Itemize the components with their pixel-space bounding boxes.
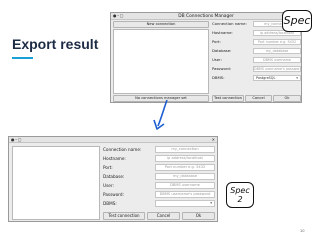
window-controls-icon[interactable]: ●–▢	[11, 137, 22, 143]
connection-name-label: Connection name:	[103, 147, 142, 152]
connections-list[interactable]	[12, 146, 100, 220]
test-connection-button[interactable]: Test connection	[212, 95, 244, 102]
connections-list[interactable]	[113, 29, 209, 94]
port-label: Port:	[103, 165, 113, 170]
dbms-select[interactable]: ▾	[155, 200, 215, 207]
down-arrow-icon	[153, 99, 168, 130]
user-label: User:	[103, 183, 114, 188]
dbms-select-value: PostgreSQL	[256, 76, 276, 80]
cancel-button[interactable]: Cancel	[147, 212, 180, 220]
spec2-badge-version: 2	[237, 195, 243, 204]
chevron-down-icon: ▾	[210, 201, 212, 205]
hostname-label: Hostname:	[103, 156, 126, 161]
user-label: User:	[212, 57, 222, 62]
form-row-password: Password: DBMS username's password	[103, 191, 215, 199]
ok-button[interactable]: Ok	[182, 212, 215, 220]
ok-button[interactable]: Ok	[273, 95, 301, 102]
dbms-label: DBMS:	[212, 75, 225, 80]
new-connection-button[interactable]: New connection	[113, 21, 209, 28]
db-connections-manager-window-spec2: ●–▢ ✕ Connection name: my_connection Hos…	[8, 136, 218, 222]
form-row-connection-name: Connection name: my_connection	[103, 146, 215, 154]
form-row-dbms: DBMS: PostgreSQL ▾	[212, 75, 301, 81]
password-input[interactable]: DBMS username's password	[155, 191, 215, 198]
user-input[interactable]: DBMS username	[253, 57, 301, 63]
form-row-password: Password: DBMS username's password	[212, 66, 301, 72]
database-input[interactable]: my_database	[155, 173, 215, 180]
form-row-user: User: DBMS username	[212, 57, 301, 63]
dbms-label: DBMS:	[103, 201, 117, 206]
database-label: Database:	[212, 48, 232, 53]
user-input[interactable]: DBMS username	[155, 182, 215, 189]
window-titlebar: ●–▢ DB Connections Manager ✕	[111, 13, 301, 20]
spec2-badge-text: Spec	[230, 186, 250, 195]
form-row-port: Port: Port number e.g. 5432	[212, 39, 301, 45]
page-number: 10	[300, 228, 305, 233]
form-row-user: User: DBMS username	[103, 182, 215, 190]
slide-title: Export result	[12, 36, 99, 52]
hostname-label: Hostname:	[212, 30, 233, 35]
chevron-down-icon: ▾	[296, 76, 298, 80]
port-label: Port:	[212, 39, 221, 44]
form-row-database: Database: my_database	[212, 48, 301, 54]
window-titlebar: ●–▢ ✕	[9, 137, 217, 143]
test-connection-button[interactable]: Test connection	[103, 212, 145, 220]
title-underline	[12, 57, 33, 59]
database-label: Database:	[103, 174, 125, 179]
cancel-button[interactable]: Cancel	[245, 95, 272, 102]
database-input[interactable]: my_database	[253, 48, 301, 54]
close-icon[interactable]: ✕	[212, 137, 215, 143]
spec-badge: Spec	[282, 10, 312, 32]
hostname-input[interactable]: ip address/localhost	[155, 155, 215, 162]
form-row-dbms: DBMS: ▾	[103, 200, 215, 208]
form-row-hostname: Hostname: ip address/localhost	[103, 155, 215, 163]
port-input[interactable]: Port number e.g. 5432	[253, 39, 301, 45]
spec2-badge: Spec 2	[226, 182, 254, 208]
form-row-port: Port: Port number e.g. 5432	[103, 164, 215, 172]
password-input[interactable]: DBMS username's password	[253, 66, 301, 72]
spec-badge-text: Spec	[283, 14, 311, 27]
connection-name-input[interactable]: my_connection	[155, 146, 215, 153]
db-connections-manager-window-spec: ●–▢ DB Connections Manager ✕ New connect…	[110, 12, 302, 103]
dbms-select[interactable]: PostgreSQL ▾	[253, 75, 301, 81]
window-title: DB Connections Manager	[178, 14, 234, 19]
connection-name-label: Connection name:	[212, 21, 247, 26]
port-input[interactable]: Port number e.g. 5432	[155, 164, 215, 171]
password-label: Password:	[212, 66, 232, 71]
form-row-database: Database: my_database	[103, 173, 215, 181]
password-label: Password:	[103, 192, 124, 197]
